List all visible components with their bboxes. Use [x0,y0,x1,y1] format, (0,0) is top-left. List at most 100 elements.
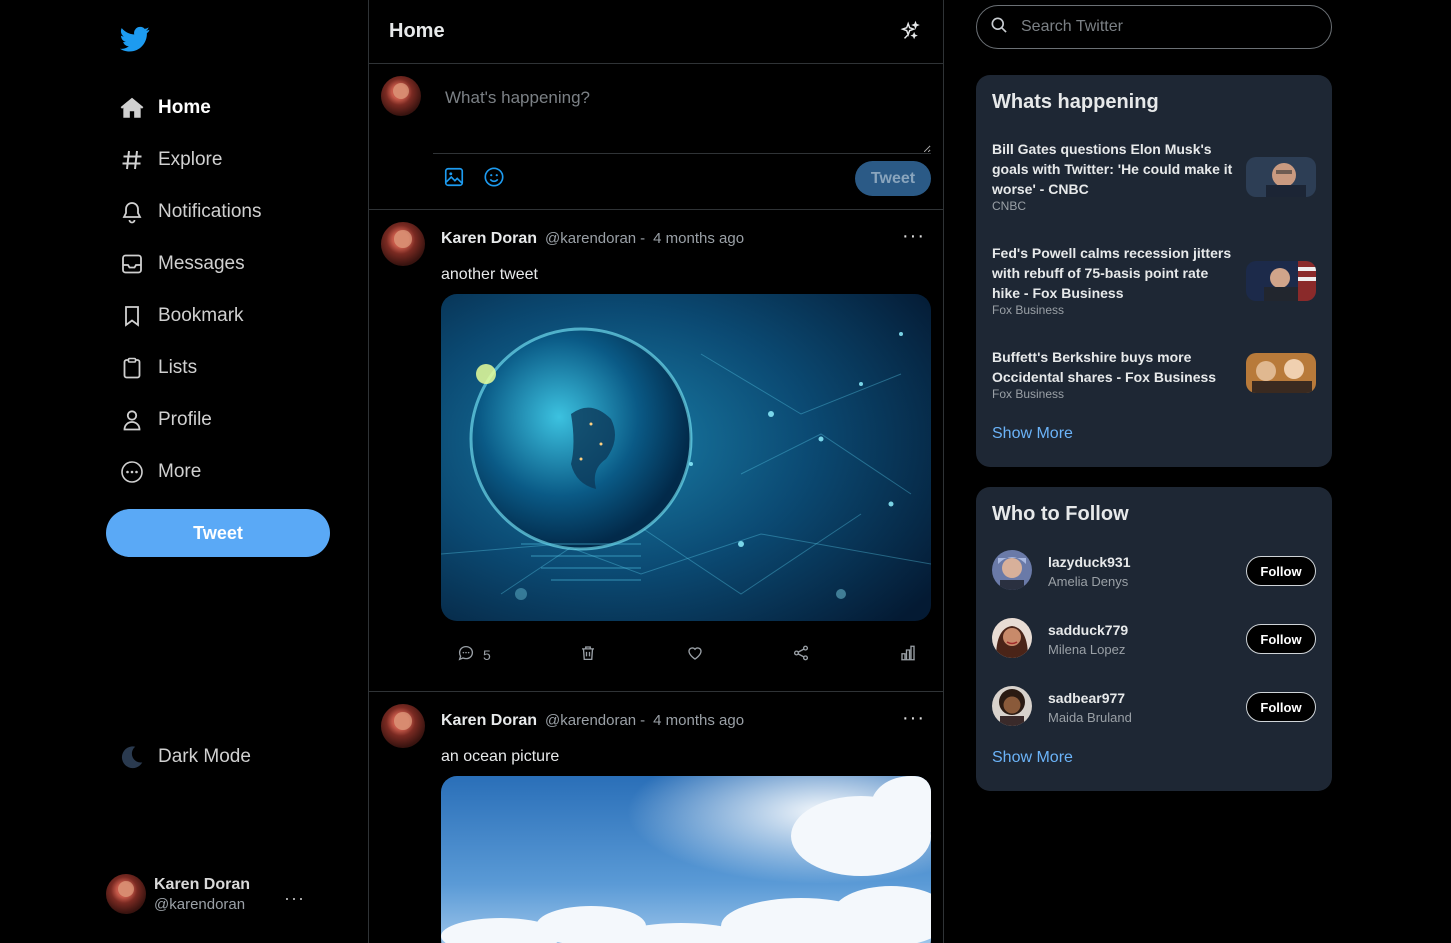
sparkle-icon[interactable] [899,20,923,44]
user-avatar[interactable] [992,550,1032,590]
nav-label: Messages [158,253,245,274]
tweet-handle: @karendoran [545,230,637,247]
follow-username: sadbear977 [1048,690,1126,706]
follow-button[interactable]: Follow [1246,556,1316,586]
account-menu-icon[interactable]: ··· [284,888,305,909]
show-more-link[interactable]: Show More [992,749,1073,767]
nav-label: Home [158,97,211,118]
news-item[interactable]: Bill Gates questions Elon Musk's goals w… [992,139,1316,213]
account-switcher[interactable]: Karen Doran @karendoran ··· [106,874,306,914]
news-title: Fed's Powell calms recession jitters wit… [992,245,1232,301]
clipboard-icon [118,354,146,382]
nav-label: Profile [158,409,212,430]
compose-input[interactable] [433,78,931,154]
follow-suggestion[interactable]: sadduck779 Milena Lopez Follow [992,618,1316,660]
nav-item-lists[interactable]: Lists [118,342,262,394]
account-name: Karen Doran [154,875,251,893]
account-avatar [106,874,146,914]
nav-item-notifications[interactable]: Notifications [118,186,262,238]
follow-name: Milena Lopez [1048,642,1126,657]
follow-name: Amelia Denys [1048,574,1129,589]
dark-mode-label: Dark Mode [158,746,251,767]
bookmark-icon [118,302,146,330]
news-thumbnail [1246,353,1316,393]
tweet-separator: - [640,712,646,729]
tweet-handle: @karendoran [545,712,637,729]
share-icon [792,644,810,665]
follow-button[interactable]: Follow [1246,692,1316,722]
tweet-author[interactable]: Karen Doran [441,712,537,730]
news-item[interactable]: Buffett's Berkshire buys more Occidental… [992,347,1316,401]
whats-happening-card: Whats happening Bill Gates questions Elo… [976,75,1332,467]
emoji-icon[interactable] [483,166,505,188]
delete-action[interactable] [579,644,597,665]
tweet-separator: - [640,230,646,247]
nav-item-messages[interactable]: Messages [118,238,262,290]
follow-suggestion[interactable]: lazyduck931 Amelia Denys Follow [992,550,1316,592]
news-item[interactable]: Fed's Powell calms recession jitters wit… [992,243,1316,317]
follow-name: Maida Bruland [1048,710,1132,725]
search-input[interactable] [1021,18,1301,36]
news-thumbnail [1246,157,1316,197]
tweet-item[interactable]: Karen Doran @karendoran - 4 months ago ·… [369,692,943,943]
follow-username: sadduck779 [1048,622,1129,638]
user-avatar[interactable] [992,618,1032,658]
bar-chart-icon [899,644,917,665]
tweet-more-icon[interactable]: ··· [902,226,925,246]
follow-suggestion[interactable]: sadbear977 Maida Bruland Follow [992,686,1316,728]
home-icon [118,94,146,122]
tweet-author[interactable]: Karen Doran [441,230,537,248]
tweet-header: Karen Doran @karendoran - 4 months ago [441,230,744,248]
show-more-link[interactable]: Show More [992,425,1073,443]
tweet-time: 4 months ago [653,712,745,729]
sidebar-tweet-button[interactable]: Tweet [106,509,330,557]
hashtag-icon [118,146,146,174]
nav-label: Explore [158,149,223,170]
tweet-more-icon[interactable]: ··· [902,708,925,728]
tweet-image[interactable] [441,294,931,621]
tweet-header: Karen Doran @karendoran - 4 months ago [441,712,744,730]
user-avatar[interactable] [992,686,1032,726]
comment-icon [457,644,475,665]
news-title: Bill Gates questions Elon Musk's goals w… [992,141,1233,197]
moon-icon [118,743,146,771]
more-circle-icon [118,458,146,486]
nav-item-bookmark[interactable]: Bookmark [118,290,262,342]
tweet-avatar[interactable] [381,704,425,748]
nav-item-home[interactable]: Home [118,82,262,134]
nav-item-more[interactable]: More [118,446,262,498]
tweet-image[interactable] [441,776,931,943]
nav-label: Lists [158,357,198,378]
trash-icon [579,644,597,665]
bell-icon [118,198,146,226]
main-nav: Home Explore Notifications Messages Book… [118,82,262,498]
search-box[interactable] [976,5,1332,49]
nav-label: Bookmark [158,305,244,326]
nav-item-profile[interactable]: Profile [118,394,262,446]
who-to-follow-title: Who to Follow [992,503,1129,525]
heart-icon [686,644,704,665]
dark-mode-toggle[interactable]: Dark Mode [118,740,251,774]
compose-box: Tweet [369,64,943,210]
tweet-item[interactable]: Karen Doran @karendoran - 4 months ago ·… [369,210,943,692]
image-icon[interactable] [443,166,465,188]
search-icon [989,15,1021,40]
twitter-bird-icon[interactable] [118,24,152,54]
follow-button[interactable]: Follow [1246,624,1316,654]
account-handle: @karendoran [154,895,246,913]
analytics-action[interactable] [899,644,917,665]
follow-username: lazyduck931 [1048,554,1131,570]
news-title: Buffett's Berkshire buys more Occidental… [992,349,1217,385]
tweet-avatar[interactable] [381,222,425,266]
compose-tweet-button[interactable]: Tweet [855,161,931,196]
like-action[interactable] [686,644,704,665]
share-action[interactable] [792,644,810,665]
news-source: CNBC [992,199,1027,213]
reply-count: 5 [483,646,491,663]
user-icon [118,406,146,434]
nav-label: More [158,461,202,482]
news-source: Fox Business [992,303,1065,317]
nav-item-explore[interactable]: Explore [118,134,262,186]
reply-action[interactable]: 5 [457,644,491,665]
news-thumbnail [1246,261,1316,301]
